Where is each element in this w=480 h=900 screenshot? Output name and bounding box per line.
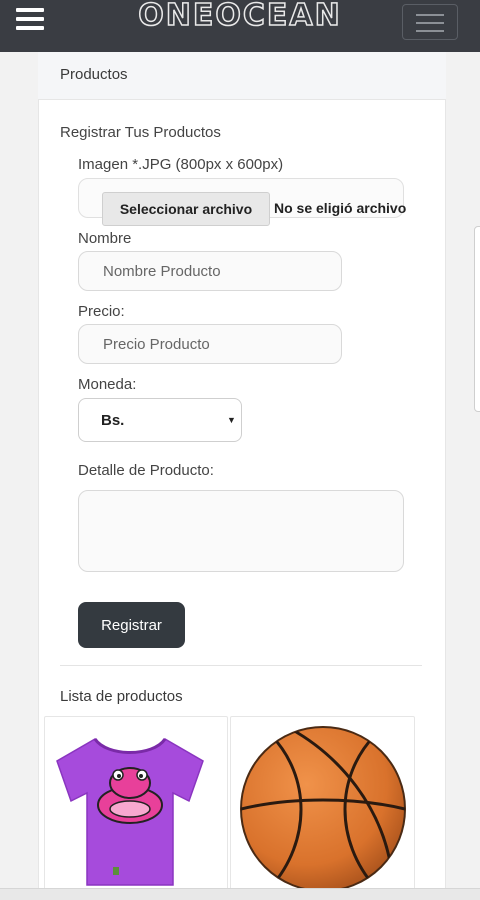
section-divider	[60, 665, 422, 666]
detail-label: Detalle de Producto:	[78, 462, 214, 479]
price-label: Precio:	[78, 303, 125, 320]
bottom-bar	[0, 888, 480, 900]
image-label: Imagen *.JPG (800px x 600px)	[78, 156, 284, 173]
product-price-input[interactable]: Precio Producto	[78, 324, 342, 364]
product-list-title: Lista de productos	[60, 688, 183, 705]
form-heading: Registrar Tus Productos	[60, 124, 221, 141]
currency-value: Bs.	[101, 411, 125, 429]
navbar-toggler-icon[interactable]	[402, 4, 458, 40]
basketball-image	[240, 726, 406, 892]
product-card[interactable]	[230, 716, 415, 900]
choose-file-button[interactable]: Seleccionar archivo	[102, 192, 270, 226]
product-card[interactable]	[44, 716, 228, 900]
currency-label: Moneda:	[78, 376, 137, 393]
card-title: Productos	[60, 66, 128, 83]
scrollbar[interactable]	[474, 226, 480, 412]
file-status-text: No se eligió archivo	[274, 200, 407, 216]
purple-tshirt-image	[56, 737, 204, 886]
product-name-input[interactable]: Nombre Producto	[78, 251, 342, 291]
register-button[interactable]: Registrar	[78, 602, 185, 648]
chevron-down-icon: ▼	[227, 415, 236, 425]
currency-select[interactable]: Bs. ▼	[78, 398, 242, 442]
top-navbar: ONEOCEAN	[0, 0, 480, 52]
product-detail-textarea[interactable]	[78, 490, 404, 572]
name-label: Nombre	[78, 230, 132, 247]
